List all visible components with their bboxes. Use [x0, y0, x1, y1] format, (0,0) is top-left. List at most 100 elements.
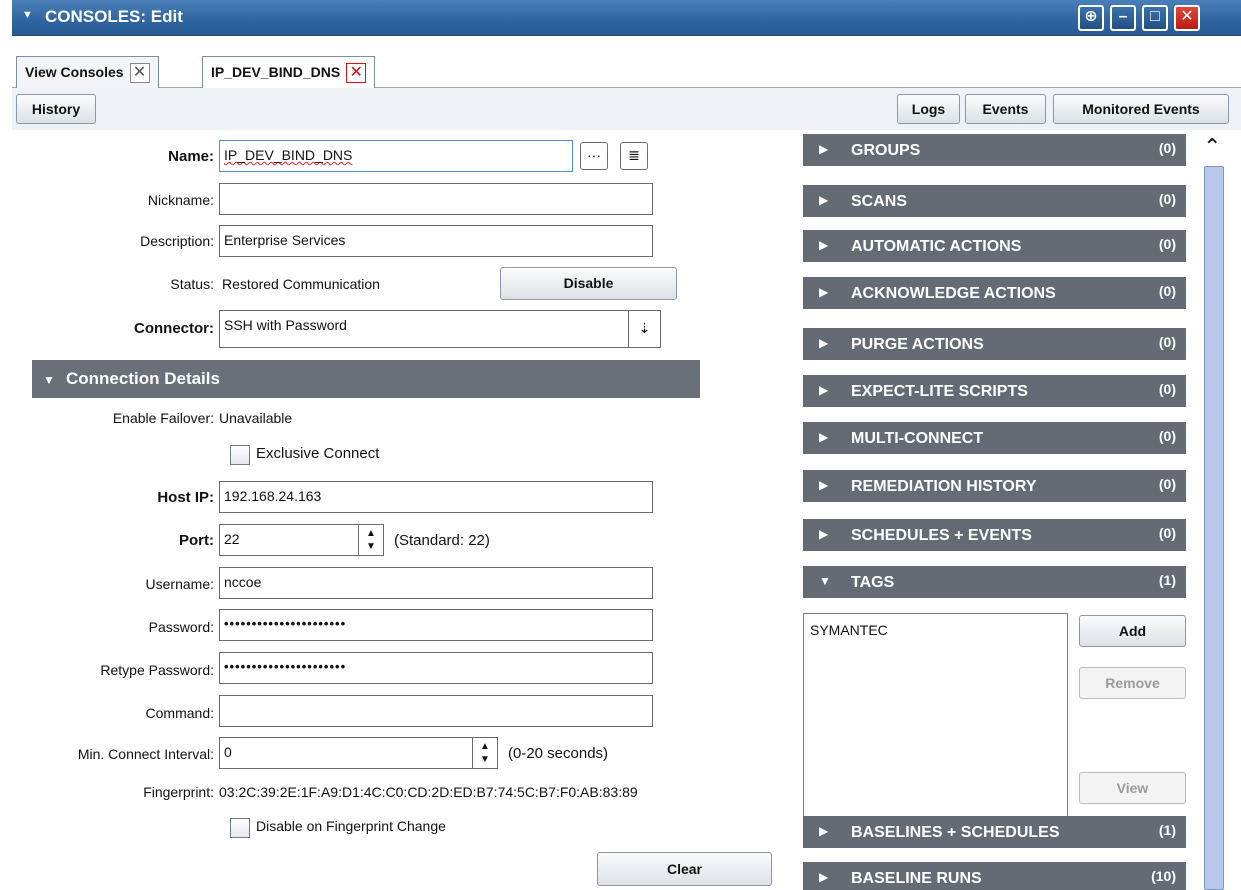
accordion-count: (1) [1158, 572, 1176, 588]
tag-list[interactable]: SYMANTEC [803, 613, 1068, 835]
retype-password-input[interactable]: •••••••••••••••••••••• [219, 652, 653, 684]
expand-icon: ▶ [819, 336, 829, 350]
accordion-label: REMEDIATION HISTORY [851, 478, 1037, 495]
connection-details-header[interactable]: ▼ Connection Details [32, 360, 700, 398]
close-icon[interactable]: ✕ [1174, 5, 1200, 31]
view-tag-button[interactable]: View [1079, 772, 1186, 804]
accordion-count: (0) [1158, 428, 1176, 444]
clear-button[interactable]: Clear [597, 852, 772, 886]
vertical-scrollbar[interactable]: ⌃ [1196, 134, 1232, 890]
add-tag-button[interactable]: Add [1079, 615, 1186, 647]
exclusive-connect-label: Exclusive Connect [256, 445, 380, 462]
connector-select[interactable]: SSH with Password ⇣ [219, 310, 661, 348]
accordion-remediation-history[interactable]: ▶ REMEDIATION HISTORY (0) [803, 470, 1186, 506]
host-ip-label: Host IP: [157, 489, 214, 506]
tab-ip-dev-bind-dns[interactable]: IP_DEV_BIND_DNS ✕ [202, 56, 376, 89]
accordion-schedules-events[interactable]: ▶ SCHEDULES + EVENTS (0) [803, 519, 1186, 555]
accordion-acknowledge-actions[interactable]: ▶ ACKNOWLEDGE ACTIONS (0) [803, 277, 1186, 313]
description-input[interactable]: Enterprise Services [219, 225, 653, 257]
accordion-label: TAGS [851, 574, 895, 591]
accordion-label: GROUPS [851, 142, 921, 159]
accordion-scans[interactable]: ▶ SCANS (0) [803, 185, 1186, 221]
fingerprint-value: 03:2C:39:2E:1F:A9:D1:4C:C0:CD:2D:ED:B7:7… [219, 784, 638, 800]
remove-tag-button[interactable]: Remove [1079, 667, 1186, 699]
accordion-expect-lite-scripts[interactable]: ▶ EXPECT-LITE SCRIPTS (0) [803, 375, 1186, 411]
expand-icon: ▶ [819, 193, 829, 207]
expand-icon: ▶ [819, 285, 829, 299]
host-ip-input[interactable]: 192.168.24.163 [219, 481, 653, 513]
accordion-baseline-runs[interactable]: ▶ BASELINE RUNS (10) [803, 862, 1186, 890]
section-title: Connection Details [66, 369, 220, 388]
accordion-count: (0) [1158, 381, 1176, 397]
disable-on-change-label: Disable on Fingerprint Change [256, 818, 446, 834]
window-title: CONSOLES: Edit [45, 7, 183, 26]
accordion-count: (10) [1151, 868, 1176, 884]
scrollbar-thumb[interactable] [1204, 166, 1224, 890]
accordion-count: (0) [1158, 476, 1176, 492]
events-button[interactable]: Events [965, 94, 1046, 124]
move-icon[interactable]: ⊕ [1078, 5, 1104, 31]
password-label: Password: [148, 619, 214, 635]
accordion-multi-connect[interactable]: ▶ MULTI-CONNECT (0) [803, 422, 1186, 458]
password-input[interactable]: •••••••••••••••••••••• [219, 609, 653, 641]
accordion-label: SCANS [851, 193, 908, 210]
retype-password-label: Retype Password: [100, 662, 214, 678]
more-options-icon[interactable]: ··· [580, 142, 608, 170]
nickname-label: Nickname: [147, 192, 214, 208]
accordion-tags[interactable]: ▼ TAGS (1) [803, 566, 1186, 602]
expand-icon: ▶ [819, 478, 829, 492]
interval-hint: (0-20 seconds) [508, 745, 609, 762]
tab-bar: View Consoles ✕ IP_DEV_BIND_DNS ✕ [12, 36, 1241, 89]
accordion-baselines-schedules[interactable]: ▶ BASELINES + SCHEDULES (1) [803, 816, 1186, 852]
accordion-count: (0) [1158, 140, 1176, 156]
nickname-input[interactable] [219, 183, 653, 215]
logs-button[interactable]: Logs [897, 94, 960, 124]
accordion-automatic-actions[interactable]: ▶ AUTOMATIC ACTIONS (0) [803, 230, 1186, 266]
dropdown-icon[interactable]: ⇣ [628, 311, 660, 347]
status-label: Status: [170, 276, 214, 292]
expand-icon: ▶ [819, 142, 829, 156]
window-title-bar: ▼ CONSOLES: Edit ⊕ – □ ✕ [12, 0, 1241, 36]
username-input[interactable]: nccoe [219, 567, 653, 599]
tab-close-icon[interactable]: ✕ [129, 63, 150, 84]
tab-label: View Consoles [25, 64, 124, 80]
maximize-icon[interactable]: □ [1142, 5, 1168, 31]
accordion-label: BASELINES + SCHEDULES [851, 824, 1060, 841]
tab-close-icon[interactable]: ✕ [346, 63, 367, 84]
accordion-purge-actions[interactable]: ▶ PURGE ACTIONS (0) [803, 328, 1186, 364]
accordion-label: MULTI-CONNECT [851, 430, 984, 447]
username-label: Username: [145, 576, 214, 592]
tab-view-consoles[interactable]: View Consoles ✕ [16, 56, 159, 88]
accordion-label: AUTOMATIC ACTIONS [851, 238, 1022, 255]
expand-icon: ▶ [819, 824, 829, 838]
name-input[interactable]: IP_DEV_BIND_DNS [219, 140, 573, 172]
accordion-label: BASELINE RUNS [851, 870, 982, 887]
exclusive-connect-checkbox[interactable] [230, 445, 250, 465]
command-input[interactable] [219, 695, 653, 727]
interval-input[interactable]: 0 [219, 737, 473, 769]
accordion-groups[interactable]: ▶ GROUPS (0) [803, 134, 1186, 170]
accordion-label: PURGE ACTIONS [851, 336, 984, 353]
accordion-label: SCHEDULES + EVENTS [851, 527, 1032, 544]
minimize-icon[interactable]: – [1110, 5, 1136, 31]
list-item[interactable]: SYMANTEC [810, 622, 1061, 638]
expand-icon: ▶ [819, 238, 829, 252]
monitored-events-button[interactable]: Monitored Events [1053, 94, 1229, 124]
accordion-count: (0) [1158, 283, 1176, 299]
disable-button[interactable]: Disable [500, 267, 677, 300]
notes-icon[interactable]: ≣ [620, 142, 648, 170]
interval-stepper-icon[interactable]: ▲ ▼ [472, 737, 498, 769]
accordion-count: (1) [1158, 822, 1176, 838]
scroll-up-icon[interactable]: ⌃ [1203, 134, 1221, 160]
connector-value: SSH with Password [224, 317, 347, 333]
port-label: Port: [179, 532, 214, 549]
collapse-triangle-icon[interactable]: ▼ [22, 9, 33, 21]
disable-on-change-checkbox[interactable] [230, 818, 250, 838]
expand-icon: ▶ [819, 430, 829, 444]
port-input[interactable]: 22 [219, 524, 359, 556]
fingerprint-label: Fingerprint: [143, 784, 214, 800]
history-button[interactable]: History [16, 94, 96, 124]
command-label: Command: [145, 705, 214, 721]
accordion-label: ACKNOWLEDGE ACTIONS [851, 285, 1056, 302]
port-stepper-icon[interactable]: ▲ ▼ [358, 524, 384, 556]
